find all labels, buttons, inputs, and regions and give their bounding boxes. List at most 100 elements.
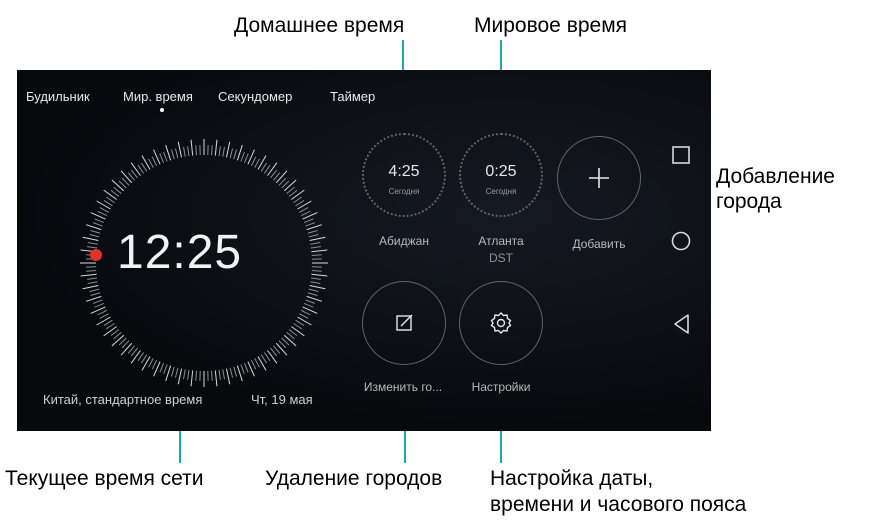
dial-tick [97, 309, 108, 316]
dial-tick [300, 309, 311, 316]
callout-settings-2: времени и часового пояса [490, 493, 747, 516]
dial-tick [94, 302, 105, 308]
city-clock-abidjan[interactable]: 4:25 Сегодня [362, 133, 446, 217]
dial-tick [257, 356, 267, 371]
callout-world-time: Мировое время [474, 14, 628, 37]
dial-tick [254, 358, 260, 368]
dial-tick [243, 153, 249, 164]
dial-tick [293, 322, 303, 330]
dial-tick [297, 200, 312, 210]
dial-tick [85, 224, 102, 231]
dial-tick [260, 354, 267, 364]
callout-home-time: Домашнее время [234, 14, 405, 37]
dial-tick [87, 281, 98, 284]
dial-tick [148, 158, 154, 168]
dial-tick [165, 144, 172, 161]
dial-tick [308, 288, 319, 293]
dial-tick [275, 170, 288, 184]
dial-tick [87, 277, 98, 280]
dial-tick [214, 370, 218, 387]
date-label: Чт, 19 мая [251, 392, 313, 407]
dial-tick [111, 179, 125, 192]
dial-tick [99, 207, 109, 213]
dial-tick [174, 148, 179, 159]
city-time: 4:25 [388, 163, 420, 180]
dial-tick [130, 162, 141, 176]
dial-tick [254, 158, 260, 168]
dial-tick [103, 326, 117, 337]
dial-tick [240, 151, 245, 162]
dial-tick [306, 295, 323, 302]
dial-tick [309, 236, 326, 242]
dial-tick [288, 329, 298, 337]
dial-tick [310, 277, 321, 280]
dial-tick [130, 169, 138, 179]
dial-tick [297, 316, 312, 326]
dial-tick [87, 242, 98, 245]
dial-tick [229, 148, 234, 159]
tab-world-clock[interactable]: Мир. время [123, 89, 193, 104]
dial-tick [283, 179, 297, 192]
edit-cities-button[interactable] [362, 281, 446, 365]
edit-cities-label: Изменить го... [363, 380, 443, 394]
callout-add-city-2: города [716, 190, 782, 213]
city-dst-badge: DST [489, 251, 513, 265]
dial-tick [236, 365, 243, 382]
circle-icon[interactable] [670, 230, 692, 252]
dial-tick [311, 270, 322, 272]
dial-tick [80, 273, 97, 277]
dial-tick [177, 368, 183, 385]
add-city-button[interactable] [557, 136, 641, 220]
edit-icon [396, 314, 413, 331]
dial-tick [87, 246, 98, 249]
dial-tick [291, 189, 305, 200]
tab-stopwatch[interactable]: Секундомер [218, 89, 292, 104]
back-triangle-icon[interactable] [672, 313, 692, 335]
city-clock-atlanta[interactable]: 0:25 Сегодня [459, 133, 543, 217]
tab-alarm[interactable]: Будильник [26, 89, 90, 104]
dial-tick [263, 352, 271, 362]
dial-tick [151, 359, 158, 370]
dial-tick [222, 146, 225, 157]
dial-tick [195, 370, 197, 381]
dial-tick [110, 329, 120, 337]
dial-tick [148, 358, 154, 368]
dial-tick [260, 162, 267, 172]
dial-tick [165, 365, 172, 382]
dial-tick [283, 334, 297, 347]
settings-button[interactable] [459, 281, 543, 365]
dial-tick [92, 299, 103, 304]
dial-tick [270, 347, 278, 357]
dial-tick [96, 200, 111, 210]
dial-tick [103, 200, 113, 207]
dial-tick [240, 364, 245, 375]
dial-tick [229, 367, 234, 378]
dial-tick [214, 139, 218, 156]
dial-tick [141, 354, 148, 364]
dial-tick [263, 164, 271, 174]
tab-timer[interactable]: Таймер [330, 89, 375, 104]
dial-tick [267, 350, 278, 364]
dial-tick [103, 319, 113, 326]
main-time: 12:25 [117, 226, 243, 279]
dial-tick [82, 236, 99, 242]
timezone-label: Китай, стандартное время [43, 392, 203, 407]
dial-tick [307, 292, 318, 297]
dial-tick [288, 189, 298, 197]
dial-tick [110, 189, 120, 197]
dial-tick [225, 141, 231, 158]
dial-tick [306, 224, 323, 231]
dial-tick [94, 218, 105, 224]
dial-tick [105, 196, 115, 204]
dial-tick [218, 146, 221, 157]
square-icon[interactable] [671, 145, 691, 165]
dial-tick [291, 326, 305, 337]
dial-tick [130, 347, 138, 357]
dial-tick [97, 210, 108, 217]
dial-tick [308, 233, 319, 238]
dial-tick [187, 369, 190, 380]
dial-tick [190, 139, 194, 156]
dial-tick [137, 352, 145, 362]
dial-tick [120, 342, 133, 356]
dial-tick [236, 144, 243, 161]
